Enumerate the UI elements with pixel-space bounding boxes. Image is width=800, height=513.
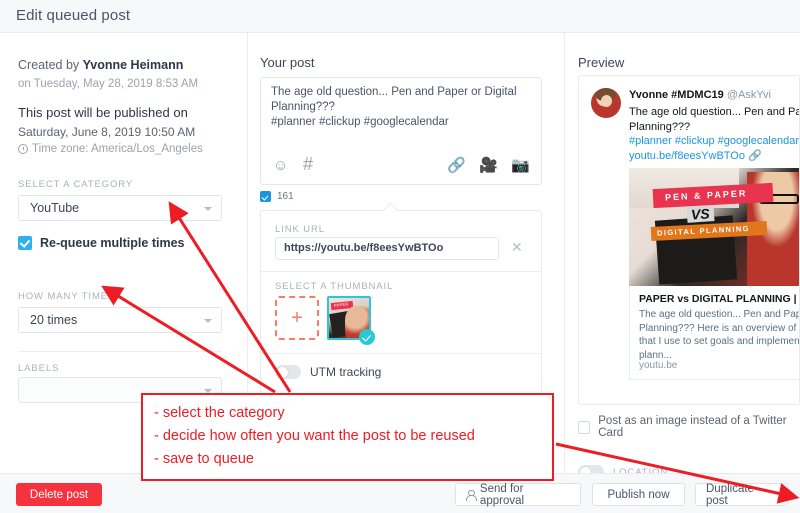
twitter-icon — [260, 191, 271, 202]
preview-tweet-text: The age old question... Pen and Pape Pla… — [629, 105, 800, 164]
plus-icon: + — [291, 307, 303, 329]
emoji-icon[interactable]: ☺ — [273, 156, 288, 176]
preview-link[interactable]: youtu.be/f8eesYwBTOo 🔗 — [629, 149, 799, 164]
preview-panel: Preview Yvonne #MDMC19 @AskYvi The age o… — [566, 33, 800, 479]
duplicate-post-button[interactable]: Duplicate post — [695, 483, 788, 507]
send-for-approval-label: Send for approval — [479, 482, 525, 507]
chevron-down-icon — [204, 319, 212, 323]
category-selected-value: YouTube — [30, 201, 80, 215]
preview-author-name: Yvonne #MDMC19 — [629, 89, 724, 101]
requeue-checkbox-row[interactable]: Re-queue multiple times — [18, 236, 184, 250]
post-text-line-1: The age old question... Pen and Paper or… — [271, 86, 517, 98]
overlay-text-bottom: DIGITAL PLANNING — [656, 223, 751, 238]
publish-now-button[interactable]: Publish now — [592, 483, 685, 506]
how-many-times-select[interactable]: 20 times — [18, 307, 222, 333]
timezone-row: Time zone: America/Los_Angeles — [18, 143, 203, 155]
preview-text-line-2: Planning??? — [629, 120, 691, 133]
page-title: Edit queued post — [16, 7, 131, 24]
thumbnail-selected-check-icon — [359, 329, 375, 345]
requeue-checkbox[interactable] — [18, 236, 32, 250]
tweet-preview-card: Yvonne #MDMC19 @AskYvi The age old quest… — [578, 75, 800, 405]
publish-heading: This post will be published on — [18, 105, 188, 120]
publish-date: Saturday, June 8, 2019 10:50 AM — [18, 125, 196, 139]
divider — [18, 351, 222, 352]
clock-icon — [18, 144, 28, 154]
how-many-times-value: 20 times — [30, 313, 78, 327]
link-url-input[interactable]: https://youtu.be/f8eesYwBTOo — [275, 237, 499, 260]
how-many-times-label: HOW MANY TIMES? — [18, 291, 122, 302]
character-count-row: 161 — [260, 191, 294, 202]
preview-card-domain: youtu.be — [639, 360, 678, 371]
preview-card-title: PAPER vs DIGITAL PLANNING | 3 — [639, 293, 800, 305]
requeue-label: Re-queue multiple times — [40, 236, 185, 250]
post-as-image-row[interactable]: Post as an image instead of a Twitter Ca… — [578, 415, 800, 439]
created-on-text: on Tuesday, May 28, 2019 8:53 AM — [18, 78, 199, 90]
card-notch — [382, 202, 399, 219]
video-icon[interactable]: 🎥 — [479, 156, 498, 176]
utm-tracking-row[interactable]: UTM tracking — [275, 365, 381, 379]
overlay-text-top: PEN & PAPER — [664, 188, 748, 203]
post-as-image-label: Post as an image instead of a Twitter Ca… — [598, 415, 787, 439]
divider — [261, 353, 541, 354]
preview-thumbnail-image: PEN & PAPER VS DIGITAL PLANNING — [629, 168, 799, 286]
person-icon — [466, 489, 477, 501]
divider — [261, 271, 541, 272]
annotation-line-1: - select the category — [154, 405, 285, 421]
utm-toggle[interactable] — [275, 365, 301, 379]
preview-author-handle: @AskYvi — [726, 89, 771, 101]
character-count: 161 — [277, 191, 294, 202]
preview-card-meta: PAPER vs DIGITAL PLANNING | 3 The age ol… — [629, 286, 800, 380]
avatar — [591, 88, 621, 118]
close-icon[interactable]: ✕ — [511, 239, 523, 256]
post-textarea[interactable]: The age old question... Pen and Paper or… — [260, 77, 542, 185]
modal-header: Edit queued post — [0, 0, 800, 33]
preview-hashtags[interactable]: #planner #clickup #googlecalendar — [629, 134, 799, 149]
link-icon[interactable]: 🔗 — [447, 156, 466, 176]
thumbnail-label: SELECT A THUMBNAIL — [275, 281, 394, 292]
link-attachment-card: LINK URL https://youtu.be/f8eesYwBTOo ✕ … — [260, 202, 542, 406]
photo-icon[interactable]: 📷 — [511, 156, 530, 176]
post-text-line-2: Planning??? — [271, 101, 335, 113]
preview-heading: Preview — [578, 55, 625, 70]
created-by-name: Yvonne Heimann — [82, 58, 184, 72]
annotation-line-2: - decide how often you want the post to … — [154, 428, 475, 444]
created-by-prefix: Created by — [18, 58, 83, 72]
category-field-label: SELECT A CATEGORY — [18, 179, 134, 190]
created-by-row: Created by Yvonne Heimann — [18, 58, 183, 72]
post-text-line-3: #planner #clickup #googlecalendar — [271, 116, 449, 128]
annotation-callout: - select the category - decide how often… — [141, 393, 554, 481]
annotation-text: - select the category - decide how often… — [154, 402, 475, 471]
post-as-image-checkbox[interactable] — [578, 420, 591, 434]
your-post-heading: Your post — [260, 55, 315, 70]
add-thumbnail-button[interactable]: + — [275, 296, 319, 340]
category-select[interactable]: YouTube — [18, 195, 222, 221]
annotation-line-3: - save to queue — [154, 451, 254, 467]
link-url-value: https://youtu.be/f8eesYwBTOo — [284, 242, 444, 254]
preview-card-description: The age old question... Pen and Pap Plan… — [639, 309, 800, 361]
hashtag-icon[interactable]: # — [303, 154, 313, 174]
post-text-content: The age old question... Pen and Paper or… — [271, 85, 531, 130]
preview-author: Yvonne #MDMC19 @AskYvi — [629, 89, 771, 101]
overlay-text-mid: VS — [686, 205, 715, 223]
utm-label: UTM tracking — [310, 365, 382, 379]
preview-text-line-1: The age old question... Pen and Pape — [629, 106, 800, 118]
chevron-down-icon — [204, 207, 212, 211]
send-for-approval-button[interactable]: Send for approval — [455, 482, 581, 507]
timezone-text: Time zone: America/Los_Angeles — [32, 143, 203, 155]
edit-queued-post-modal: Edit queued post Created by Yvonne Heima… — [0, 0, 800, 513]
delete-post-button[interactable]: Delete post — [16, 483, 102, 506]
compose-toolbar: ☺ # 🔗 🎥 📷 — [261, 154, 541, 178]
labels-field-label: LABELS — [18, 363, 60, 374]
link-url-label: LINK URL — [275, 224, 325, 235]
